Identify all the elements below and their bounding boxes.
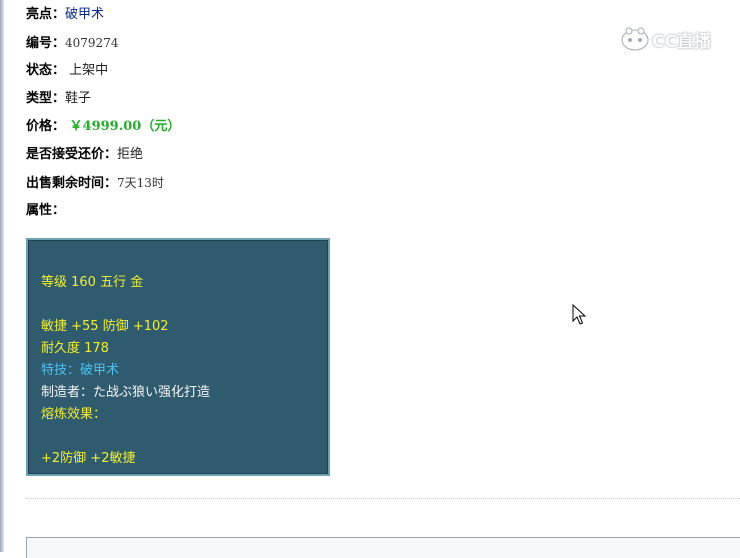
counter-offer-row: 是否接受还价：拒绝 [26, 144, 180, 172]
highlight-label: 亮点： [26, 7, 66, 22]
attr-maker: 制造者：た战ぶ狼い强化打造 [41, 385, 211, 400]
attributes-row: 属性： [26, 200, 180, 228]
counter-offer-label: 是否接受还价： [26, 147, 118, 162]
type-label: 类型： [26, 91, 66, 106]
attr-level-element: 等级 160 五行 金 [41, 275, 144, 290]
time-remaining-label: 出售剩余时间： [26, 176, 118, 191]
type-row: 类型：鞋子 [26, 88, 180, 116]
serial-row: 编号：4079274 [26, 32, 180, 60]
attr-agility-defense: 敏捷 +55 防御 +102 [41, 319, 169, 334]
serial-label: 编号： [26, 36, 66, 51]
price-value: ￥4999.00（元） [65, 119, 181, 134]
type-value: 鞋子 [65, 91, 92, 106]
attributes-label: 属性： [26, 203, 66, 218]
cc-live-watermark: CC直播 [620, 26, 711, 52]
status-label: 状态： [26, 63, 66, 78]
watermark-text: CC直播 [652, 31, 711, 52]
price-label: 价格： [26, 119, 66, 134]
highlight-row: 亮点：破甲术 [26, 4, 180, 32]
counter-offer-value: 拒绝 [117, 147, 144, 162]
serial-value: 4079274 [65, 36, 119, 50]
price-row: 价格： ￥4999.00（元） [26, 116, 180, 144]
window-left-edge [0, 0, 4, 552]
attr-durability: 耐久度 178 [41, 341, 109, 356]
highlight-value: 破甲术 [65, 7, 105, 22]
cc-live-logo-icon [621, 27, 649, 51]
time-remaining-value: 7天13时 [117, 176, 164, 190]
attribute-panel: 等级 160 五行 金 敏捷 +55 防御 +102 耐久度 178 特技：破甲… [26, 238, 330, 476]
time-remaining-row: 出售剩余时间：7天13时 [26, 172, 180, 200]
attr-special-skill: 特技：破甲术 [41, 363, 120, 378]
status-row: 状态： 上架中 [26, 60, 180, 88]
item-info-list: 亮点：破甲术 编号：4079274 状态： 上架中 类型：鞋子 价格： ￥499… [26, 4, 180, 228]
status-value: 上架中 [65, 63, 109, 78]
attr-smelting-title: 熔炼效果： [41, 407, 107, 422]
attr-smelting-effect: +2防御 +2敏捷 [41, 451, 136, 466]
mouse-cursor-icon [572, 304, 586, 325]
bottom-panel [26, 537, 740, 558]
section-divider [26, 498, 740, 499]
